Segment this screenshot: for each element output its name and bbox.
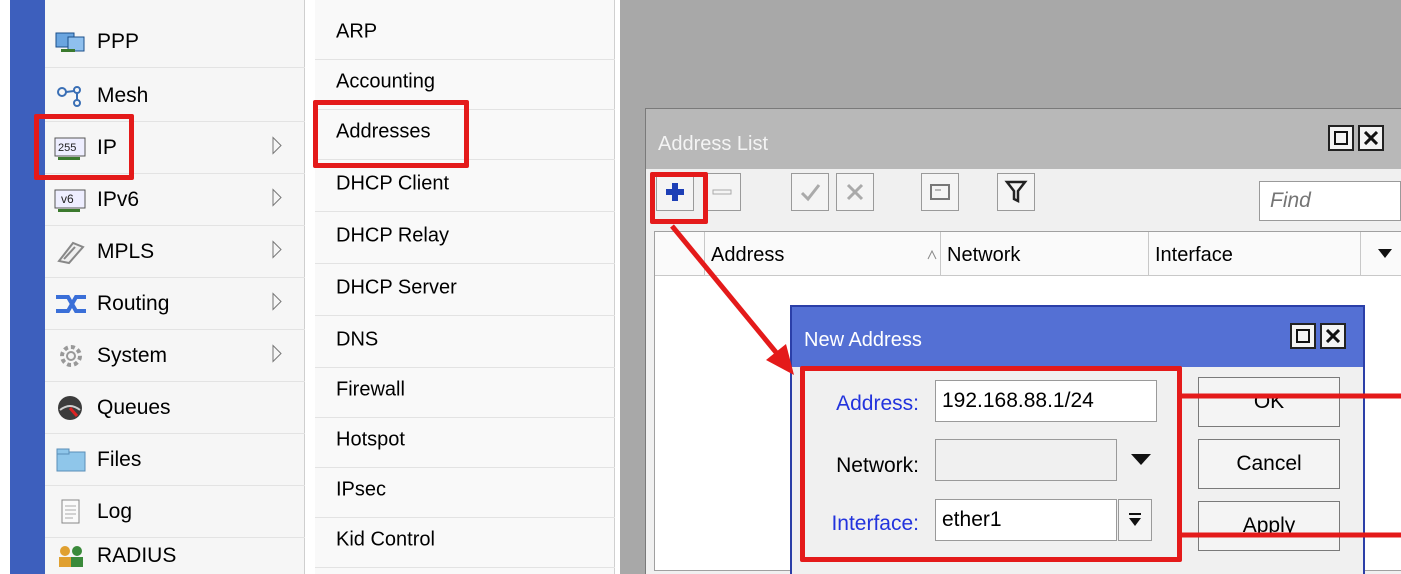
annotation-arrow-icon	[670, 224, 794, 375]
annotation-overlay	[670, 224, 1401, 538]
